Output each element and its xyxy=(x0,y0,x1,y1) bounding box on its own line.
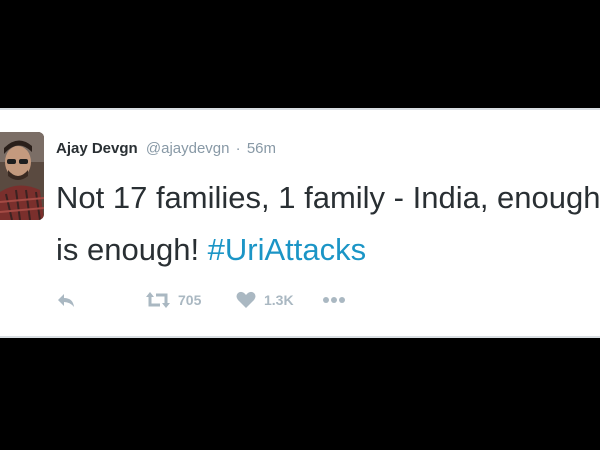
more-button[interactable] xyxy=(322,296,346,304)
heart-icon xyxy=(236,291,256,309)
reply-icon xyxy=(56,291,76,309)
retweet-count: 705 xyxy=(178,292,202,308)
tweet-header: Ajay Devgn @ajaydevgn · 56m xyxy=(56,140,276,157)
more-dots-icon xyxy=(322,296,346,304)
reply-button[interactable] xyxy=(56,291,146,309)
like-count: 1.3K xyxy=(264,292,294,308)
screenshot-stage: Ajay Devgn @ajaydevgn · 56m Not 17 famil… xyxy=(0,0,600,450)
hashtag-link[interactable]: #UriAttacks xyxy=(208,232,366,267)
tweet-text: Not 17 families, 1 family - India, enoug… xyxy=(56,172,600,276)
retweet-button[interactable]: 705 xyxy=(146,291,236,309)
tweet-timestamp[interactable]: 56m xyxy=(247,140,276,157)
author-name[interactable]: Ajay Devgn xyxy=(56,140,138,157)
retweet-icon xyxy=(146,291,170,309)
tweet-card[interactable]: Ajay Devgn @ajaydevgn · 56m Not 17 famil… xyxy=(0,108,600,338)
avatar[interactable] xyxy=(0,132,44,220)
tweet-actions: 705 1.3K xyxy=(56,288,346,312)
header-separator: · xyxy=(235,140,241,157)
author-handle[interactable]: @ajaydevgn xyxy=(146,140,230,157)
like-button[interactable]: 1.3K xyxy=(236,291,322,309)
